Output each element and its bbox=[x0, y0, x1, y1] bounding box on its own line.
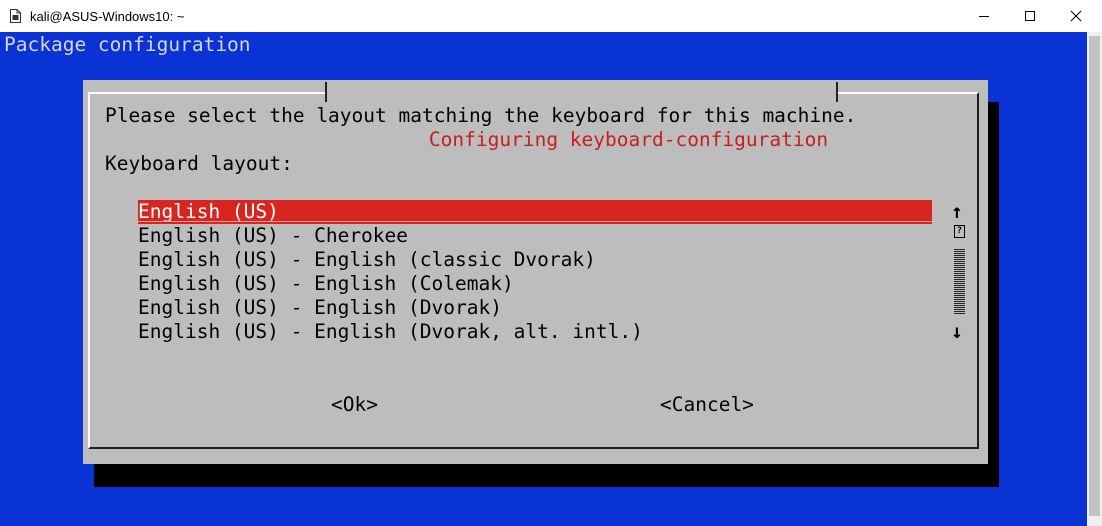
terminal-document-icon bbox=[10, 9, 21, 23]
bottom-edge bbox=[0, 519, 150, 526]
layout-option[interactable]: English (US) - English (Dvorak, alt. int… bbox=[138, 320, 643, 344]
layout-option[interactable]: English (US) - English (classic Dvorak) bbox=[138, 248, 596, 272]
close-icon bbox=[1070, 10, 1082, 22]
title-border-left bbox=[325, 82, 327, 102]
scroll-up-arrow-icon[interactable]: ↑ bbox=[951, 200, 963, 224]
minimize-button[interactable] bbox=[961, 0, 1007, 32]
terminal-window: kali@ASUS-Windows10: ~ Package configura… bbox=[0, 0, 1102, 526]
package-configuration-heading: Package configuration bbox=[4, 33, 251, 56]
scroll-down-arrow-icon[interactable]: ↓ bbox=[951, 320, 963, 344]
layout-option[interactable]: English (US) - English (Colemak) bbox=[138, 272, 514, 296]
window-title: kali@ASUS-Windows10: ~ bbox=[30, 9, 185, 24]
keyboard-layout-label: Keyboard layout: bbox=[105, 152, 293, 175]
maximize-button[interactable] bbox=[1007, 0, 1053, 32]
ok-button[interactable]: <Ok> bbox=[331, 393, 378, 417]
cancel-button[interactable]: <Cancel> bbox=[660, 393, 754, 417]
layout-option[interactable]: English (US) - Cherokee bbox=[138, 224, 408, 248]
minimize-icon bbox=[979, 16, 989, 17]
maximize-icon bbox=[1025, 11, 1035, 21]
dialog-title-text: Configuring keyboard-configuration bbox=[428, 128, 829, 151]
terminal-scrollbar-thumb[interactable] bbox=[1089, 36, 1100, 516]
title-bar[interactable]: kali@ASUS-Windows10: ~ bbox=[0, 0, 1102, 32]
scroll-position-box: ? bbox=[954, 225, 965, 238]
layout-option[interactable]: English (US) - English (Dvorak) bbox=[138, 296, 502, 320]
layout-option-selected[interactable]: English (US) bbox=[138, 200, 932, 224]
close-button[interactable] bbox=[1053, 0, 1099, 32]
terminal-area[interactable]: Package configuration Configuring keyboa… bbox=[0, 32, 1087, 526]
dialog-prompt: Please select the layout matching the ke… bbox=[105, 104, 857, 127]
list-scrollbar-grip[interactable] bbox=[954, 249, 965, 314]
title-border-right bbox=[836, 82, 839, 102]
keyboard-configuration-dialog: Configuring keyboard-configuration Pleas… bbox=[83, 80, 988, 464]
dialog-title: Configuring keyboard-configuration bbox=[325, 80, 839, 151]
